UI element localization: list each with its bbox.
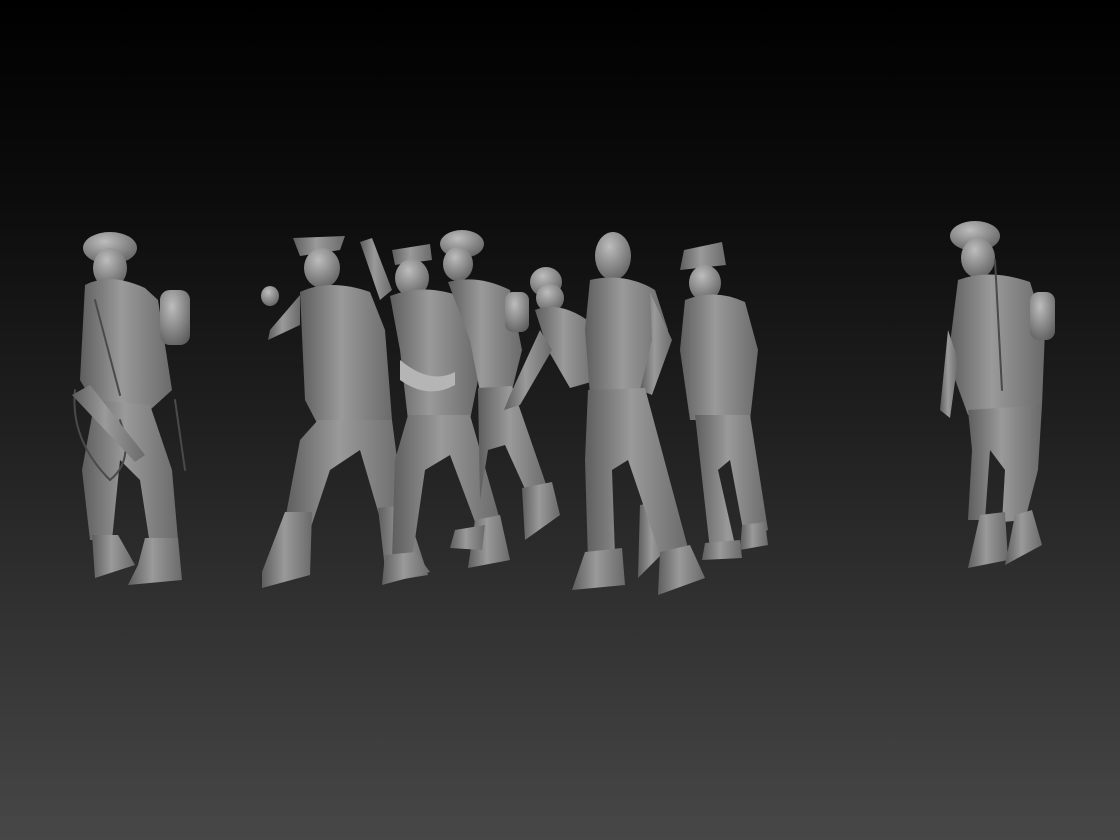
miniature-figures-scene [72, 221, 1055, 595]
guard-right-figure [940, 221, 1055, 568]
prisoner-field-cap-figure [680, 242, 768, 560]
guard-left-figure [72, 232, 190, 585]
prisoner-shouting-figure [572, 232, 705, 595]
render-viewport [0, 0, 1120, 840]
